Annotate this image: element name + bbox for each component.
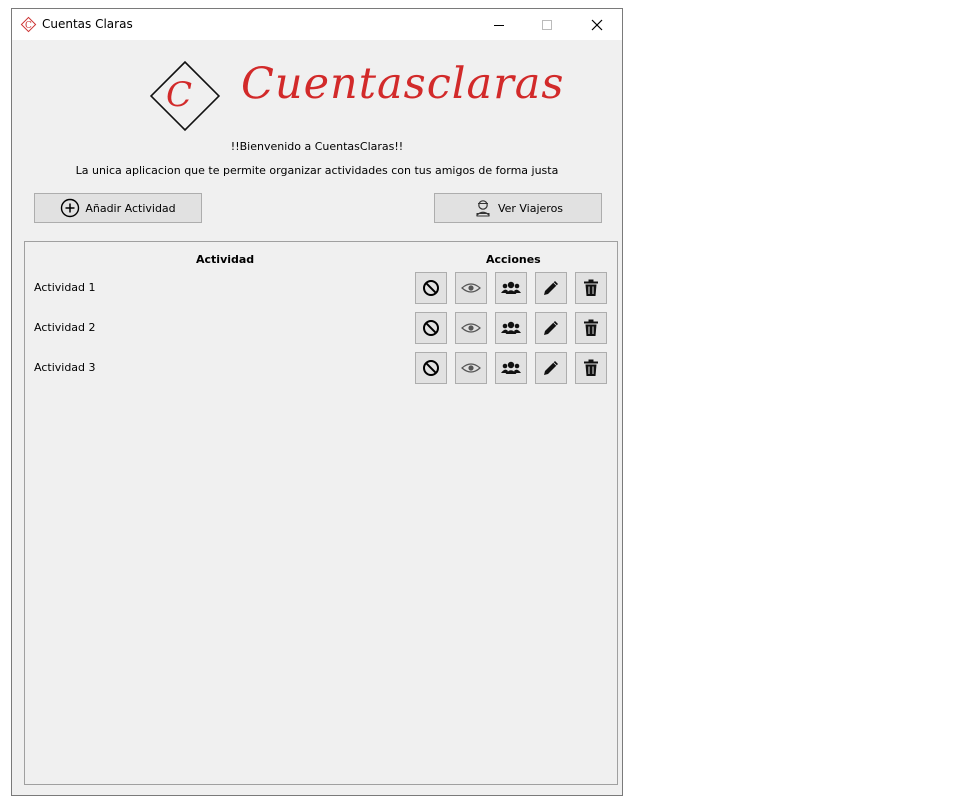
welcome-text: !!Bienvenido a CuentasClaras!! bbox=[230, 140, 404, 153]
view-button[interactable] bbox=[455, 352, 487, 384]
view-button[interactable] bbox=[455, 312, 487, 344]
logo-diamond-icon: C bbox=[149, 60, 221, 132]
close-button[interactable] bbox=[574, 9, 620, 40]
plus-circle-icon bbox=[61, 198, 80, 218]
app-logo-icon: C bbox=[20, 16, 37, 33]
trash-icon bbox=[584, 279, 598, 296]
block-button[interactable] bbox=[415, 272, 447, 304]
trash-icon bbox=[584, 319, 598, 336]
maximize-icon bbox=[542, 19, 552, 30]
column-header-actions: Acciones bbox=[486, 253, 541, 266]
logo-letter: C bbox=[166, 75, 192, 115]
window-title: Cuentas Claras bbox=[42, 17, 133, 31]
pencil-icon bbox=[544, 361, 558, 375]
activity-list-panel: Actividad Acciones Actividad 1 Actividad… bbox=[24, 241, 618, 785]
block-button[interactable] bbox=[415, 312, 447, 344]
svg-text:C: C bbox=[25, 21, 32, 31]
block-icon bbox=[423, 280, 439, 296]
delete-button[interactable] bbox=[575, 272, 607, 304]
view-travelers-label: Ver Viajeros bbox=[497, 201, 564, 215]
block-button[interactable] bbox=[415, 352, 447, 384]
eye-icon bbox=[461, 363, 481, 373]
list-item: Actividad 1 bbox=[25, 272, 617, 304]
subtitle-text: La unica aplicacion que te permite organ… bbox=[75, 164, 559, 177]
participants-button[interactable] bbox=[495, 272, 527, 304]
activity-name: Actividad 3 bbox=[34, 361, 96, 374]
edit-button[interactable] bbox=[535, 312, 567, 344]
delete-button[interactable] bbox=[575, 312, 607, 344]
title-bar: C Cuentas Claras bbox=[12, 9, 622, 40]
block-icon bbox=[423, 360, 439, 376]
minimize-icon bbox=[494, 24, 504, 26]
block-icon bbox=[423, 320, 439, 336]
users-icon bbox=[501, 321, 521, 334]
eye-icon bbox=[461, 283, 481, 293]
add-activity-button[interactable]: Añadir Actividad bbox=[34, 193, 202, 223]
users-icon bbox=[501, 281, 521, 294]
view-button[interactable] bbox=[455, 272, 487, 304]
traveler-icon bbox=[476, 200, 490, 217]
column-header-activity: Actividad bbox=[196, 253, 255, 266]
view-travelers-button[interactable]: Ver Viajeros bbox=[434, 193, 602, 223]
logo-wordmark: Cuentasclaras bbox=[241, 59, 565, 109]
close-icon bbox=[591, 19, 603, 30]
participants-button[interactable] bbox=[495, 312, 527, 344]
delete-button[interactable] bbox=[575, 352, 607, 384]
brand-logo: C Cuentasclaras bbox=[140, 51, 563, 141]
activity-name: Actividad 1 bbox=[34, 281, 96, 294]
list-item: Actividad 3 bbox=[25, 352, 617, 384]
minimize-button[interactable] bbox=[476, 9, 522, 40]
maximize-button[interactable] bbox=[524, 9, 570, 40]
app-window: C Cuentas Claras C Cuentasclaras !!Bienv… bbox=[11, 8, 623, 796]
edit-button[interactable] bbox=[535, 272, 567, 304]
participants-button[interactable] bbox=[495, 352, 527, 384]
list-item: Actividad 2 bbox=[25, 312, 617, 344]
add-activity-label: Añadir Actividad bbox=[85, 201, 176, 215]
users-icon bbox=[501, 361, 521, 374]
pencil-icon bbox=[544, 281, 558, 295]
eye-icon bbox=[461, 323, 481, 333]
trash-icon bbox=[584, 359, 598, 376]
activity-name: Actividad 2 bbox=[34, 321, 96, 334]
edit-button[interactable] bbox=[535, 352, 567, 384]
pencil-icon bbox=[544, 321, 558, 335]
